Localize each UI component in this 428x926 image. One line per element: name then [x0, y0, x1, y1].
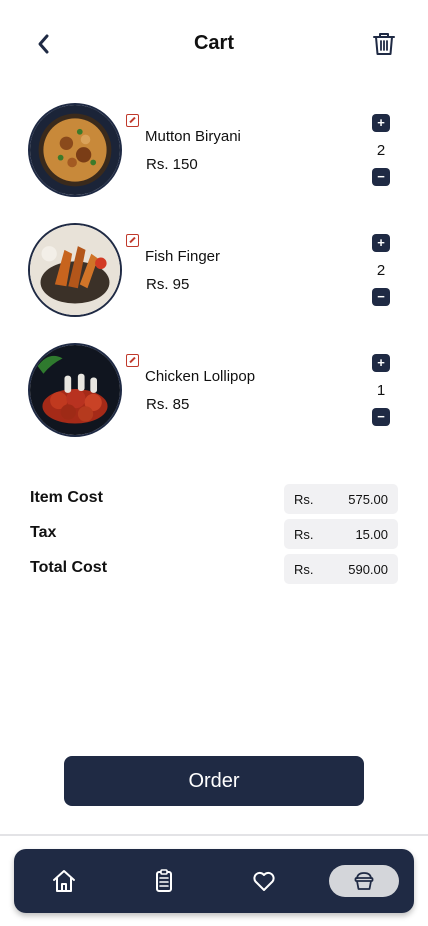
- non-veg-icon: [126, 114, 139, 127]
- clear-cart-button[interactable]: [370, 30, 398, 58]
- cart-item: Fish Finger Rs. 95 + 2 −: [28, 223, 400, 319]
- item-quantity: 1: [376, 382, 386, 399]
- decrease-quantity-button[interactable]: −: [372, 288, 390, 306]
- summary-value: 575.00: [348, 492, 388, 507]
- decrease-quantity-button[interactable]: −: [372, 408, 390, 426]
- non-veg-icon: [126, 234, 139, 247]
- divider: [0, 834, 428, 836]
- chicken-lollipop-image: [28, 343, 122, 437]
- item-price: Rs. 95: [146, 276, 190, 293]
- item-price: Rs. 85: [146, 396, 190, 413]
- summary-label: Total Cost: [30, 559, 108, 576]
- cart-item: Mutton Biryani Rs. 150 + 2 −: [28, 103, 400, 199]
- summary-currency: Rs.: [294, 492, 314, 507]
- item-name: Mutton Biryani: [145, 128, 241, 145]
- nav-orders[interactable]: [148, 865, 180, 897]
- summary-value: 590.00: [348, 562, 388, 577]
- order-button[interactable]: Order: [64, 756, 364, 806]
- increase-quantity-button[interactable]: +: [372, 354, 390, 372]
- mutton-biryani-image: [28, 103, 122, 197]
- bottom-nav: [14, 849, 414, 913]
- nav-cart[interactable]: [329, 865, 399, 897]
- cart-item: Chicken Lollipop Rs. 85 + 1 −: [28, 343, 400, 439]
- non-veg-icon: [126, 354, 139, 367]
- increase-quantity-button[interactable]: +: [372, 234, 390, 252]
- tax-row: Tax Rs. 15.00: [30, 519, 398, 549]
- item-quantity: 2: [376, 262, 386, 279]
- page-title: Cart: [193, 32, 234, 54]
- summary-value: 15.00: [355, 527, 388, 542]
- header: Cart: [0, 24, 428, 64]
- basket-icon: [354, 872, 374, 890]
- item-price: Rs. 150: [146, 156, 198, 173]
- clipboard-icon: [156, 869, 172, 892]
- fish-finger-image: [28, 223, 122, 317]
- heart-icon: [253, 871, 275, 891]
- summary-label: Item Cost: [30, 489, 103, 506]
- summary-value-box: Rs. 575.00: [284, 484, 398, 514]
- item-cost-row: Item Cost Rs. 575.00: [30, 484, 398, 514]
- home-icon: [53, 870, 75, 892]
- total-cost-row: Total Cost Rs. 590.00: [30, 554, 398, 584]
- summary-value-box: Rs. 15.00: [284, 519, 398, 549]
- item-name: Fish Finger: [145, 248, 221, 265]
- item-name: Chicken Lollipop: [145, 368, 256, 385]
- item-quantity: 2: [376, 142, 386, 159]
- nav-favorites[interactable]: [248, 865, 280, 897]
- nav-home[interactable]: [48, 865, 80, 897]
- decrease-quantity-button[interactable]: −: [372, 168, 390, 186]
- summary-value-box: Rs. 590.00: [284, 554, 398, 584]
- summary-currency: Rs.: [294, 527, 314, 542]
- summary-label: Tax: [30, 524, 57, 541]
- increase-quantity-button[interactable]: +: [372, 114, 390, 132]
- summary-currency: Rs.: [294, 562, 314, 577]
- trash-icon: [373, 33, 395, 55]
